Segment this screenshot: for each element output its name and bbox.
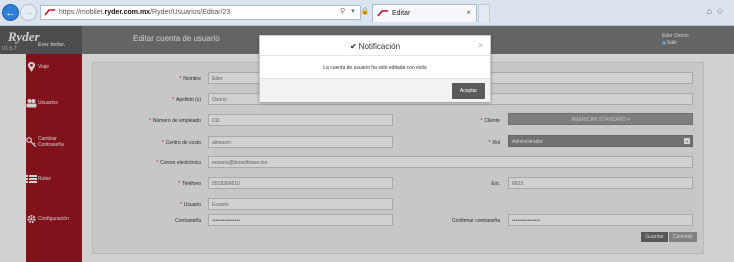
- modal-title-text: Notificación: [358, 42, 401, 51]
- arrow-left-icon: ←: [5, 6, 16, 19]
- accept-button[interactable]: Aceptar: [452, 83, 485, 99]
- close-icon[interactable]: ×: [478, 41, 483, 50]
- back-button[interactable]: ←: [2, 4, 19, 21]
- arrow-right-icon: →: [23, 7, 34, 18]
- new-tab-button[interactable]: [478, 4, 490, 22]
- ryder-favicon-icon: [377, 10, 388, 17]
- modal-footer: Aceptar: [260, 78, 490, 102]
- url-prefix: https://mobilet.: [59, 9, 105, 16]
- ryder-favicon-icon: [44, 8, 56, 17]
- modal-message: La cuenta de usuario ha sido editada con…: [323, 65, 427, 71]
- check-icon: ✔: [349, 42, 357, 51]
- browser-tab[interactable]: Editar ×: [372, 4, 477, 22]
- tab-title: Editar: [392, 10, 411, 17]
- tab-close-icon[interactable]: ×: [466, 8, 471, 17]
- browser-chrome: ← → https://mobilet. ryder.com.mx/Ryder/U…: [0, 0, 734, 26]
- url-path: /Ryder/Usuarios/Editar/23: [150, 9, 231, 16]
- modal-title: ✔ Notificación: [260, 42, 490, 51]
- home-icon[interactable]: ⌂: [706, 6, 715, 16]
- star-icon[interactable]: ☆: [716, 6, 728, 16]
- modal-header: ✔ Notificación ×: [260, 36, 490, 56]
- forward-button[interactable]: →: [20, 4, 37, 21]
- notification-modal: ✔ Notificación × La cuenta de usuario ha …: [259, 35, 491, 102]
- browser-toolbar-icons: ⌂☆: [706, 6, 728, 17]
- address-bar[interactable]: https://mobilet. ryder.com.mx/Ryder/Usuar…: [40, 5, 361, 20]
- url-host: ryder.com.mx: [104, 9, 151, 16]
